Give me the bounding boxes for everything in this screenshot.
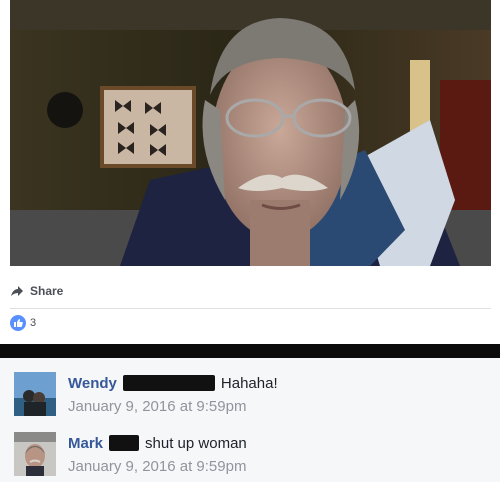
comment-body: Wendy Hahaha! January 9, 2016 at 9:59pm: [68, 372, 488, 416]
share-arrow-icon: [11, 286, 23, 296]
redaction-bar: [109, 435, 140, 451]
post-card: Share 3: [0, 0, 500, 344]
post-photo[interactable]: [10, 0, 491, 266]
likes-summary[interactable]: 3: [10, 315, 36, 331]
comment-timestamp[interactable]: January 9, 2016 at 9:59pm: [68, 398, 488, 415]
comment-body: Mark shut up woman January 9, 2016 at 9:…: [68, 432, 488, 476]
share-button[interactable]: Share: [10, 284, 63, 298]
share-label: Share: [30, 284, 64, 298]
likes-count: 3: [30, 317, 37, 329]
avatar[interactable]: [14, 432, 56, 476]
like-thumb-icon: [10, 315, 26, 331]
comment-author-link[interactable]: Wendy: [68, 375, 117, 392]
redaction-bar: [122, 375, 215, 391]
black-separator-band: [0, 344, 500, 358]
comment-author-link[interactable]: Mark: [68, 435, 103, 452]
avatar[interactable]: [14, 372, 56, 416]
comment-text: shut up woman: [145, 434, 247, 452]
comment-timestamp[interactable]: January 9, 2016 at 9:59pm: [68, 458, 488, 475]
divider: [10, 308, 491, 309]
webcam-photo-image: [10, 0, 491, 266]
comment-text: Hahaha!: [220, 374, 278, 392]
post-actions: Share: [0, 278, 500, 308]
comments-section: Wendy Hahaha! January 9, 2016 at 9:59pm …: [0, 358, 500, 482]
